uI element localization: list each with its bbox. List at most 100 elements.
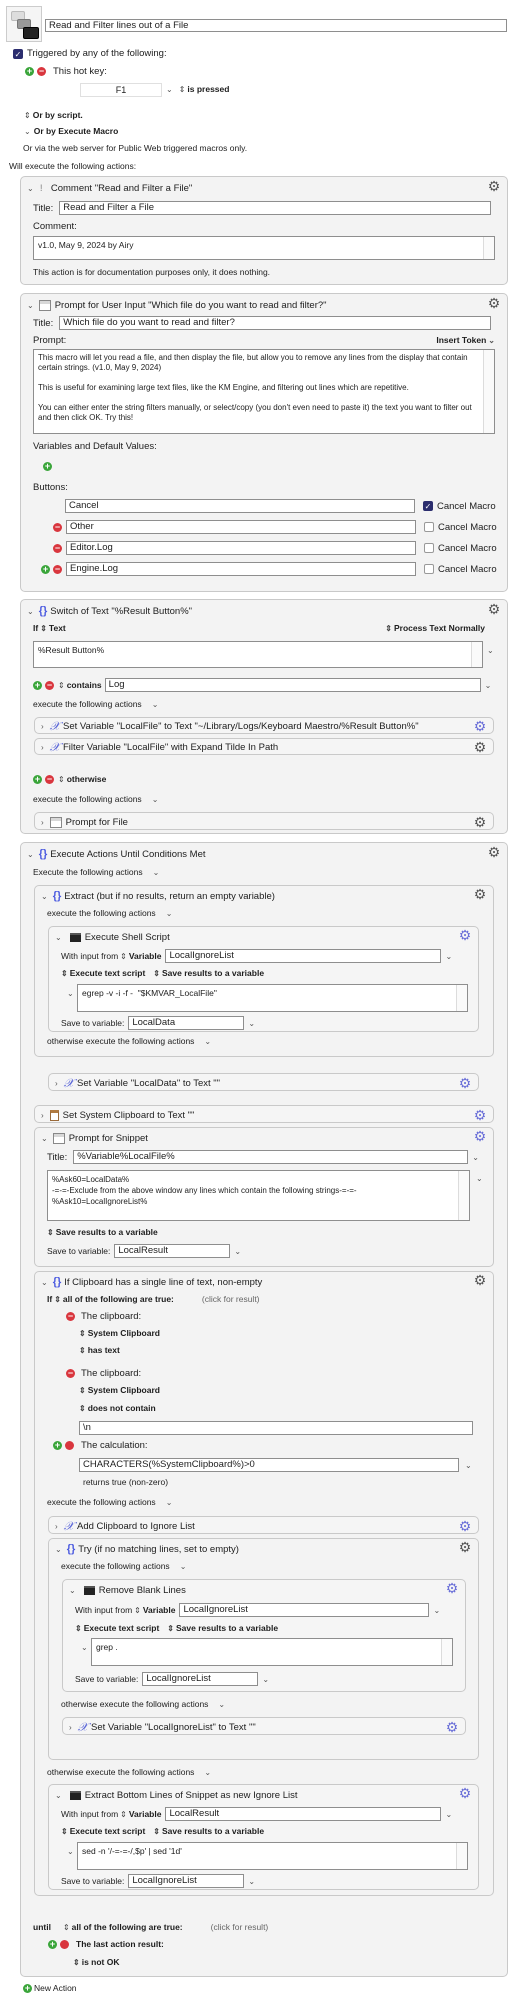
contains-field[interactable]: Log: [104, 678, 481, 692]
prompt-text-field[interactable]: This macro will let you read a file, and…: [33, 349, 495, 434]
script-field[interactable]: sed -n '/-=-=-/,$p' | sed '1d': [77, 1842, 468, 1870]
chevron-down-icon[interactable]: ⌄: [67, 989, 74, 998]
remove-condition-icon[interactable]: −: [66, 1369, 75, 1378]
otherwise-selector[interactable]: otherwise: [67, 774, 107, 784]
cancel-macro-checkbox[interactable]: [424, 564, 434, 574]
set-variable-action[interactable]: › 𝒳 Set Variable "LocalFile" to Text "~/…: [34, 717, 494, 734]
chevron-down-icon[interactable]: ⌄: [485, 681, 492, 690]
or-by-script[interactable]: ⇕ Or by script.: [24, 110, 83, 120]
macro-name-field[interactable]: Read and Filter lines out of a File: [45, 19, 507, 32]
gear-icon[interactable]: ⚙: [487, 296, 501, 310]
execute-label[interactable]: execute the following actions ⌄: [61, 1561, 186, 1571]
cancel-macro-checkbox[interactable]: ✓: [423, 501, 433, 511]
gear-icon[interactable]: ⚙: [445, 1720, 459, 1734]
chevron-down-icon[interactable]: ⌄: [248, 1877, 255, 1886]
comment-field[interactable]: v1.0, May 9, 2024 by Airy: [33, 236, 495, 260]
add-trigger-icon[interactable]: +: [25, 67, 34, 76]
clipboard-source-selector[interactable]: ⇕ System Clipboard: [79, 1328, 160, 1338]
button-label-field[interactable]: Cancel: [65, 499, 415, 513]
execute-mode-selector[interactable]: Execute text script: [84, 1623, 160, 1633]
condition-mode-selector[interactable]: all of the following are true:: [63, 1294, 174, 1304]
snippet-title-field[interactable]: %Variable%LocalFile%: [73, 1150, 469, 1164]
remove-trigger-icon[interactable]: −: [37, 67, 46, 76]
chevron-down-icon[interactable]: ⌄: [67, 1847, 74, 1856]
prompt-title-field[interactable]: Which file do you want to read and filte…: [59, 316, 492, 330]
switch-text-field[interactable]: %Result Button%: [33, 641, 483, 668]
remove-case-icon[interactable]: −: [45, 774, 54, 784]
otherwise-execute-label[interactable]: otherwise execute the following actions …: [47, 1767, 211, 1777]
chevron-down-icon[interactable]: ⌄: [234, 1247, 241, 1256]
button-label-field[interactable]: Editor.Log: [66, 541, 416, 555]
remove-button-icon[interactable]: −: [53, 564, 62, 574]
chevron-down-icon[interactable]: ⌄: [27, 607, 34, 616]
gear-icon[interactable]: ⚙: [473, 815, 487, 829]
if-text-selector[interactable]: If ⇕ Text: [33, 623, 66, 633]
button-label-field[interactable]: Other: [66, 520, 416, 534]
hotkey-field[interactable]: F1: [80, 83, 162, 97]
chevron-down-icon[interactable]: ⌄: [487, 646, 494, 655]
chevron-down-icon[interactable]: ⌄: [433, 1606, 440, 1615]
chevron-down-icon[interactable]: ⌄: [27, 301, 34, 310]
save-variable-field[interactable]: LocalIgnoreList: [128, 1874, 245, 1888]
set-localdata-action[interactable]: › 𝒳 Set Variable "LocalData" to Text "" …: [48, 1073, 479, 1091]
prompt-for-file-action[interactable]: › Prompt for File ⚙: [34, 812, 494, 830]
hotkey-condition[interactable]: ⌄ ⇕ is pressed: [166, 84, 229, 94]
set-clipboard-action[interactable]: › Set System Clipboard to Text "" ⚙: [34, 1105, 494, 1123]
chevron-down-icon[interactable]: ⌄: [262, 1675, 269, 1684]
result-test-selector[interactable]: ⇕ is not OK: [73, 1957, 119, 1967]
input-type-selector[interactable]: Variable: [143, 1605, 176, 1615]
button-label-field[interactable]: Engine.Log: [66, 562, 416, 576]
gear-icon[interactable]: ⚙: [458, 1519, 472, 1533]
remove-condition-icon[interactable]: [60, 1939, 69, 1949]
save-mode-selector[interactable]: ⇕ Save results to a variable: [47, 1227, 158, 1237]
save-mode-selector[interactable]: Save results to a variable: [176, 1623, 278, 1633]
gear-icon[interactable]: ⚙: [487, 845, 501, 859]
chevron-right-icon[interactable]: ›: [41, 818, 44, 827]
gear-icon[interactable]: ⚙: [473, 1108, 487, 1122]
chevron-down-icon[interactable]: ⌄: [465, 1461, 472, 1470]
otherwise-execute-label[interactable]: execute the following actions ⌄: [33, 794, 158, 804]
snippet-body-field[interactable]: %Ask60=LocalData% -=-=-Exclude from the …: [47, 1170, 470, 1221]
chevron-down-icon[interactable]: ⌄: [27, 850, 34, 859]
add-clipboard-action[interactable]: › 𝒳 Add Clipboard to Ignore List ⚙: [48, 1516, 479, 1534]
insert-token-button[interactable]: Insert Token ⌄: [436, 335, 495, 345]
script-field[interactable]: grep .: [91, 1638, 453, 1666]
chevron-down-icon[interactable]: ⌄: [472, 1153, 479, 1162]
save-mode-selector[interactable]: Save results to a variable: [162, 968, 264, 978]
chevron-down-icon[interactable]: ⌄: [445, 952, 452, 961]
clipboard-test-selector[interactable]: ⇕ has text: [79, 1345, 120, 1355]
otherwise-execute-label[interactable]: otherwise execute the following actions …: [61, 1699, 225, 1709]
add-condition-icon[interactable]: +: [48, 1939, 57, 1949]
clipboard-source-selector[interactable]: ⇕ System Clipboard: [79, 1385, 160, 1395]
script-field[interactable]: egrep -v -i -f - "$KMVAR_LocalFile": [77, 984, 468, 1012]
chevron-down-icon[interactable]: ⌄: [248, 1019, 255, 1028]
clipboard-contains-field[interactable]: \n: [79, 1421, 473, 1435]
execute-mode-selector[interactable]: Execute text script: [70, 968, 146, 978]
macro-icon[interactable]: [6, 6, 42, 42]
calculation-field[interactable]: CHARACTERS(%SystemClipboard%)>0: [79, 1458, 459, 1472]
remove-condition-icon[interactable]: −: [66, 1312, 75, 1321]
chevron-right-icon[interactable]: ›: [41, 743, 44, 752]
save-mode-selector[interactable]: Save results to a variable: [162, 1826, 264, 1836]
execute-label[interactable]: execute the following actions ⌄: [47, 1497, 172, 1507]
execute-label[interactable]: Execute the following actions ⌄: [33, 867, 159, 877]
remove-button-icon[interactable]: −: [53, 543, 62, 553]
new-action-button[interactable]: + New Action: [23, 1983, 77, 1993]
execute-mode-selector[interactable]: Execute text script: [70, 1826, 146, 1836]
save-variable-field[interactable]: LocalIgnoreList: [142, 1672, 259, 1686]
input-variable-field[interactable]: LocalResult: [165, 1807, 442, 1821]
gear-icon[interactable]: ⚙: [473, 887, 487, 901]
chevron-right-icon[interactable]: ›: [55, 1079, 58, 1088]
chevron-down-icon[interactable]: ⌄: [55, 1791, 62, 1800]
input-variable-field[interactable]: LocalIgnoreList: [179, 1603, 430, 1617]
click-for-result[interactable]: (click for result): [202, 1294, 260, 1304]
cancel-macro-checkbox[interactable]: [424, 543, 434, 553]
chevron-down-icon[interactable]: ⌄: [41, 1134, 48, 1143]
gear-icon[interactable]: ⚙: [458, 1786, 472, 1800]
gear-icon[interactable]: ⚙: [487, 179, 501, 193]
or-by-execute-macro[interactable]: ⌄ Or by Execute Macro: [24, 126, 118, 136]
clipboard-test-selector[interactable]: ⇕ does not contain: [79, 1403, 156, 1413]
chevron-down-icon[interactable]: ⌄: [476, 1174, 483, 1183]
gear-icon[interactable]: ⚙: [473, 1129, 487, 1143]
save-variable-field[interactable]: LocalData: [128, 1016, 245, 1030]
